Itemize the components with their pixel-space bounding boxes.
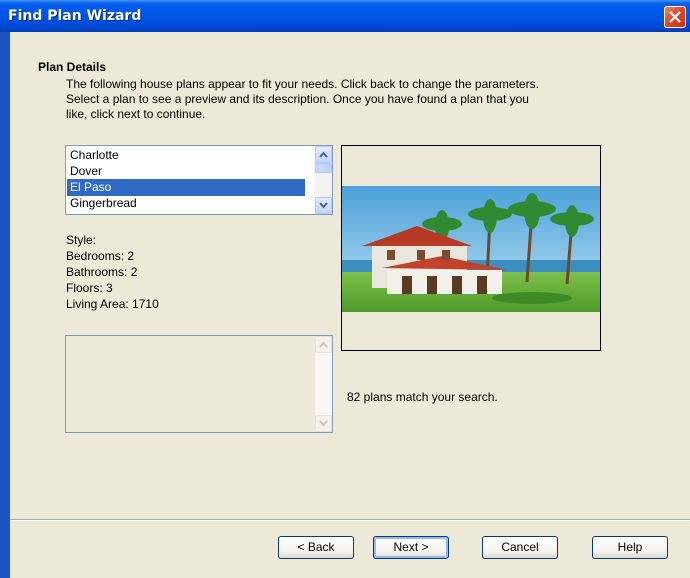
- scroll-up-button[interactable]: [315, 146, 332, 163]
- description-line: Select a plan to see a preview and its d…: [66, 92, 529, 106]
- scroll-down-button[interactable]: [315, 415, 332, 432]
- plan-details: Style: Bedrooms: 2 Bathrooms: 2 Floors: …: [66, 232, 159, 312]
- scroll-down-button[interactable]: [315, 197, 332, 214]
- floors-label: Floors: 3: [66, 281, 113, 295]
- plan-list-item[interactable]: Charlotte: [67, 147, 305, 164]
- section-description: The following house plans appear to fit …: [66, 77, 636, 122]
- plan-listbox[interactable]: Charlotte Dover El Paso Gingerbread: [65, 145, 333, 215]
- plan-preview: [341, 145, 601, 351]
- plan-list-item[interactable]: Gingerbread: [67, 195, 305, 212]
- close-button[interactable]: [664, 6, 686, 28]
- back-button[interactable]: < Back: [278, 536, 354, 559]
- scroll-up-button[interactable]: [315, 336, 332, 353]
- plan-description-textarea[interactable]: [65, 335, 333, 433]
- window-frame: Plan Details The following house plans a…: [0, 32, 690, 578]
- plan-list-item[interactable]: Dover: [67, 163, 305, 180]
- next-button[interactable]: Next >: [373, 536, 449, 559]
- close-icon: [669, 11, 681, 23]
- bedrooms-label: Bedrooms: 2: [66, 249, 135, 263]
- description-line: The following house plans appear to fit …: [66, 77, 539, 91]
- description-line: like, click next to continue.: [66, 107, 206, 121]
- help-button[interactable]: Help: [592, 536, 668, 559]
- bathrooms-label: Bathrooms: 2: [66, 265, 138, 279]
- arrow-down-icon: [319, 202, 328, 209]
- cancel-button[interactable]: Cancel: [482, 536, 558, 559]
- window-title: Find Plan Wizard: [8, 8, 142, 24]
- arrow-up-icon: [319, 151, 328, 158]
- living-area-label: Living Area: 1710: [66, 297, 159, 311]
- dialog-body: Plan Details The following house plans a…: [10, 32, 690, 578]
- section-heading: Plan Details: [38, 60, 107, 74]
- description-scrollbar[interactable]: [315, 336, 332, 432]
- arrow-up-icon: [319, 341, 328, 348]
- arrow-down-icon: [319, 420, 328, 427]
- title-bar[interactable]: Find Plan Wizard: [0, 0, 690, 32]
- scroll-thumb[interactable]: [315, 163, 332, 173]
- plan-list-scrollbar[interactable]: [315, 146, 332, 214]
- style-label: Style:: [66, 233, 97, 247]
- plan-list-item-selected[interactable]: El Paso: [67, 179, 305, 196]
- house-preview-image: [342, 186, 600, 312]
- button-divider: [10, 519, 690, 521]
- match-count-text: 82 plans match your search.: [347, 390, 498, 404]
